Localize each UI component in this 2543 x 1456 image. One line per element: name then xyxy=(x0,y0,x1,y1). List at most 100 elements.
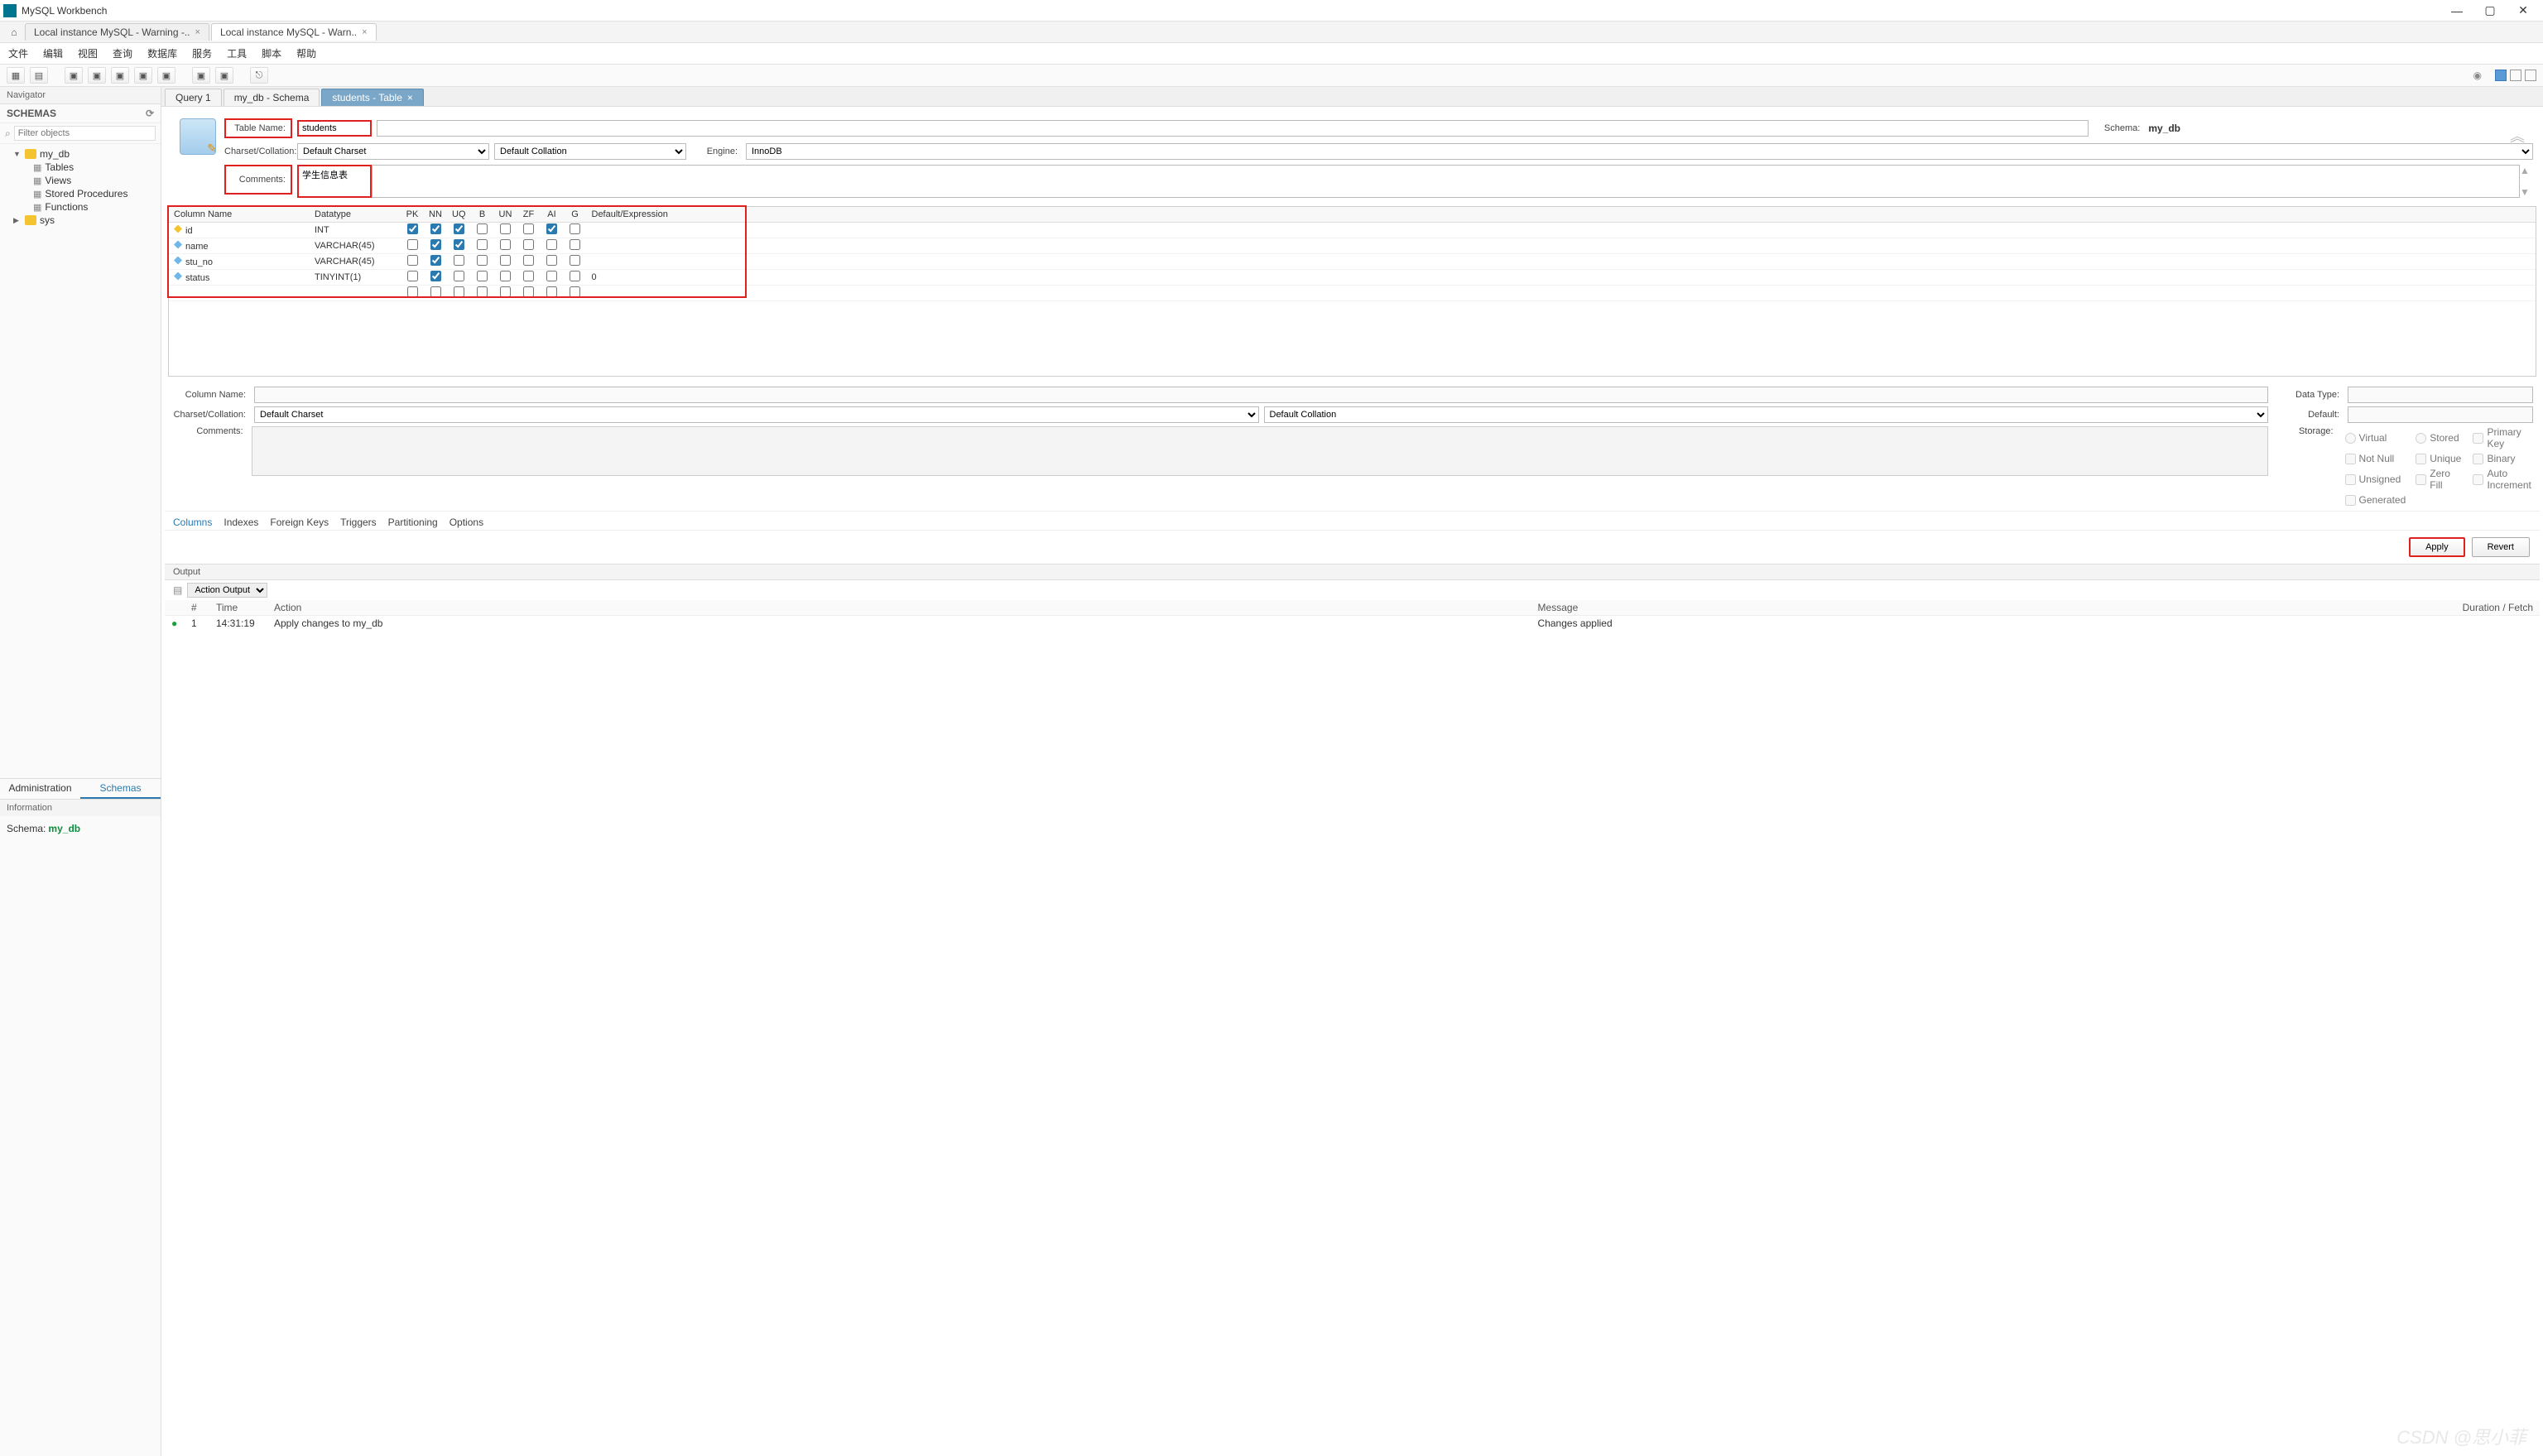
table-name-ext-input[interactable] xyxy=(377,120,2089,137)
flag-zf-checkbox[interactable] xyxy=(523,255,534,266)
scroll-down-icon[interactable]: ▼ xyxy=(2520,186,2533,198)
column-row[interactable]: idINT xyxy=(169,223,2536,238)
menu-help[interactable]: 帮助 xyxy=(296,46,316,60)
storage-opt[interactable]: Virtual xyxy=(2345,426,2406,449)
menu-view[interactable]: 视图 xyxy=(78,46,98,60)
flag-zf-checkbox[interactable] xyxy=(523,223,534,234)
tree-node-sys[interactable]: ▶sys xyxy=(2,214,159,227)
column-row[interactable]: nameVARCHAR(45) xyxy=(169,238,2536,254)
layout-right-button[interactable] xyxy=(2525,70,2536,81)
tree-node-views[interactable]: ▦Views xyxy=(2,174,159,187)
close-icon[interactable]: × xyxy=(407,92,413,103)
tab-administration[interactable]: Administration xyxy=(0,779,80,799)
column-row[interactable]: stu_noVARCHAR(45) xyxy=(169,254,2536,270)
flag-b-checkbox[interactable] xyxy=(477,239,488,250)
subtab-partitioning[interactable]: Partitioning xyxy=(388,517,438,528)
storage-opt[interactable]: Primary Key xyxy=(2473,426,2533,449)
flag-uq-checkbox[interactable] xyxy=(454,271,464,281)
connection-tab[interactable]: Local instance MySQL - Warning -.. × xyxy=(25,23,209,41)
flag-un-checkbox[interactable] xyxy=(500,239,511,250)
column-row-new[interactable] xyxy=(169,286,2536,301)
flag-un-checkbox[interactable] xyxy=(500,255,511,266)
toolbar-button[interactable]: ▣ xyxy=(88,67,106,84)
layout-left-button[interactable] xyxy=(2495,70,2507,81)
flag-un-checkbox[interactable] xyxy=(500,223,511,234)
output-row[interactable]: ● 1 14:31:19 Apply changes to my_db Chan… xyxy=(165,616,2540,632)
column-row[interactable]: statusTINYINT(1)0 xyxy=(169,270,2536,286)
flag-g-checkbox[interactable] xyxy=(570,239,580,250)
storage-opt[interactable]: Auto Increment xyxy=(2473,468,2533,491)
connection-tab[interactable]: Local instance MySQL - Warn.. × xyxy=(211,23,377,41)
doc-tab-query[interactable]: Query 1 xyxy=(165,89,222,106)
menu-scripting[interactable]: 脚本 xyxy=(262,46,281,60)
menu-tools[interactable]: 工具 xyxy=(227,46,247,60)
cd-collation-select[interactable]: Default Collation xyxy=(1264,406,2269,423)
flag-uq-checkbox[interactable] xyxy=(454,239,464,250)
subtab-indexes[interactable]: Indexes xyxy=(224,517,258,528)
settings-icon[interactable]: ◉ xyxy=(2473,70,2482,81)
flag-pk-checkbox[interactable] xyxy=(407,255,418,266)
menu-server[interactable]: 服务 xyxy=(192,46,212,60)
flag-uq-checkbox[interactable] xyxy=(454,223,464,234)
columns-grid[interactable]: Column NameDatatypePKNNUQBUNZFAIGDefault… xyxy=(168,206,2536,377)
menu-query[interactable]: 查询 xyxy=(113,46,132,60)
home-icon[interactable]: ⌂ xyxy=(5,25,23,40)
flag-uq-checkbox[interactable] xyxy=(454,255,464,266)
storage-opt[interactable]: Unique xyxy=(2416,453,2463,464)
flag-nn-checkbox[interactable] xyxy=(430,239,441,250)
flag-ai-checkbox[interactable] xyxy=(546,271,557,281)
menu-edit[interactable]: 编辑 xyxy=(43,46,63,60)
scroll-up-icon[interactable]: ▲ xyxy=(2520,165,2533,176)
tree-node-procs[interactable]: ▦Stored Procedures xyxy=(2,187,159,200)
toolbar-button[interactable]: ▣ xyxy=(157,67,175,84)
flag-pk-checkbox[interactable] xyxy=(407,271,418,281)
storage-opt[interactable]: Not Null xyxy=(2345,453,2406,464)
storage-opt[interactable]: Generated xyxy=(2345,494,2406,506)
filter-objects-input[interactable] xyxy=(14,126,156,141)
flag-b-checkbox[interactable] xyxy=(477,255,488,266)
datatype-input[interactable] xyxy=(2348,387,2533,403)
flag-ai-checkbox[interactable] xyxy=(546,255,557,266)
output-type-select[interactable]: Action Output xyxy=(187,583,267,598)
menu-database[interactable]: 数据库 xyxy=(147,46,177,60)
flag-pk-checkbox[interactable] xyxy=(407,223,418,234)
apply-button[interactable]: Apply xyxy=(2409,537,2465,557)
flag-zf-checkbox[interactable] xyxy=(523,239,534,250)
close-icon[interactable]: × xyxy=(195,27,200,37)
flag-nn-checkbox[interactable] xyxy=(430,271,441,281)
toolbar-button[interactable]: ▦ xyxy=(7,67,25,84)
engine-select[interactable]: InnoDB xyxy=(746,143,2533,160)
flag-pk-checkbox[interactable] xyxy=(407,239,418,250)
flag-g-checkbox[interactable] xyxy=(570,255,580,266)
column-name-input[interactable] xyxy=(254,387,2268,403)
collation-select[interactable]: Default Collation xyxy=(494,143,686,160)
comments-input[interactable]: 学生信息表 xyxy=(297,165,372,198)
default-input[interactable] xyxy=(2348,406,2533,423)
flag-ai-checkbox[interactable] xyxy=(546,239,557,250)
schema-tree[interactable]: ▼my_db ▦Tables ▦Views ▦Stored Procedures… xyxy=(0,144,161,778)
flag-zf-checkbox[interactable] xyxy=(523,271,534,281)
flag-nn-checkbox[interactable] xyxy=(430,255,441,266)
tree-node-funcs[interactable]: ▦Functions xyxy=(2,200,159,214)
flag-b-checkbox[interactable] xyxy=(477,223,488,234)
menu-file[interactable]: 文件 xyxy=(8,46,28,60)
toolbar-button[interactable]: ▣ xyxy=(215,67,233,84)
tab-schemas[interactable]: Schemas xyxy=(80,779,161,799)
window-maximize-button[interactable]: ▢ xyxy=(2473,3,2507,17)
subtab-options[interactable]: Options xyxy=(449,517,483,528)
refresh-icon[interactable]: ⟳ xyxy=(146,108,154,119)
revert-button[interactable]: Revert xyxy=(2472,537,2530,557)
toolbar-button[interactable]: ▣ xyxy=(111,67,129,84)
subtab-foreign-keys[interactable]: Foreign Keys xyxy=(270,517,329,528)
doc-tab-schema[interactable]: my_db - Schema xyxy=(224,89,320,106)
flag-un-checkbox[interactable] xyxy=(500,271,511,281)
toolbar-button[interactable]: ▣ xyxy=(192,67,210,84)
window-close-button[interactable]: ✕ xyxy=(2507,3,2540,17)
flag-ai-checkbox[interactable] xyxy=(546,223,557,234)
charset-select[interactable]: Default Charset xyxy=(297,143,489,160)
storage-opt[interactable]: Binary xyxy=(2473,453,2533,464)
layout-bottom-button[interactable] xyxy=(2510,70,2521,81)
flag-nn-checkbox[interactable] xyxy=(430,223,441,234)
doc-tab-table[interactable]: students - Table× xyxy=(321,89,424,106)
toolbar-button[interactable]: ⎋ xyxy=(250,67,268,84)
